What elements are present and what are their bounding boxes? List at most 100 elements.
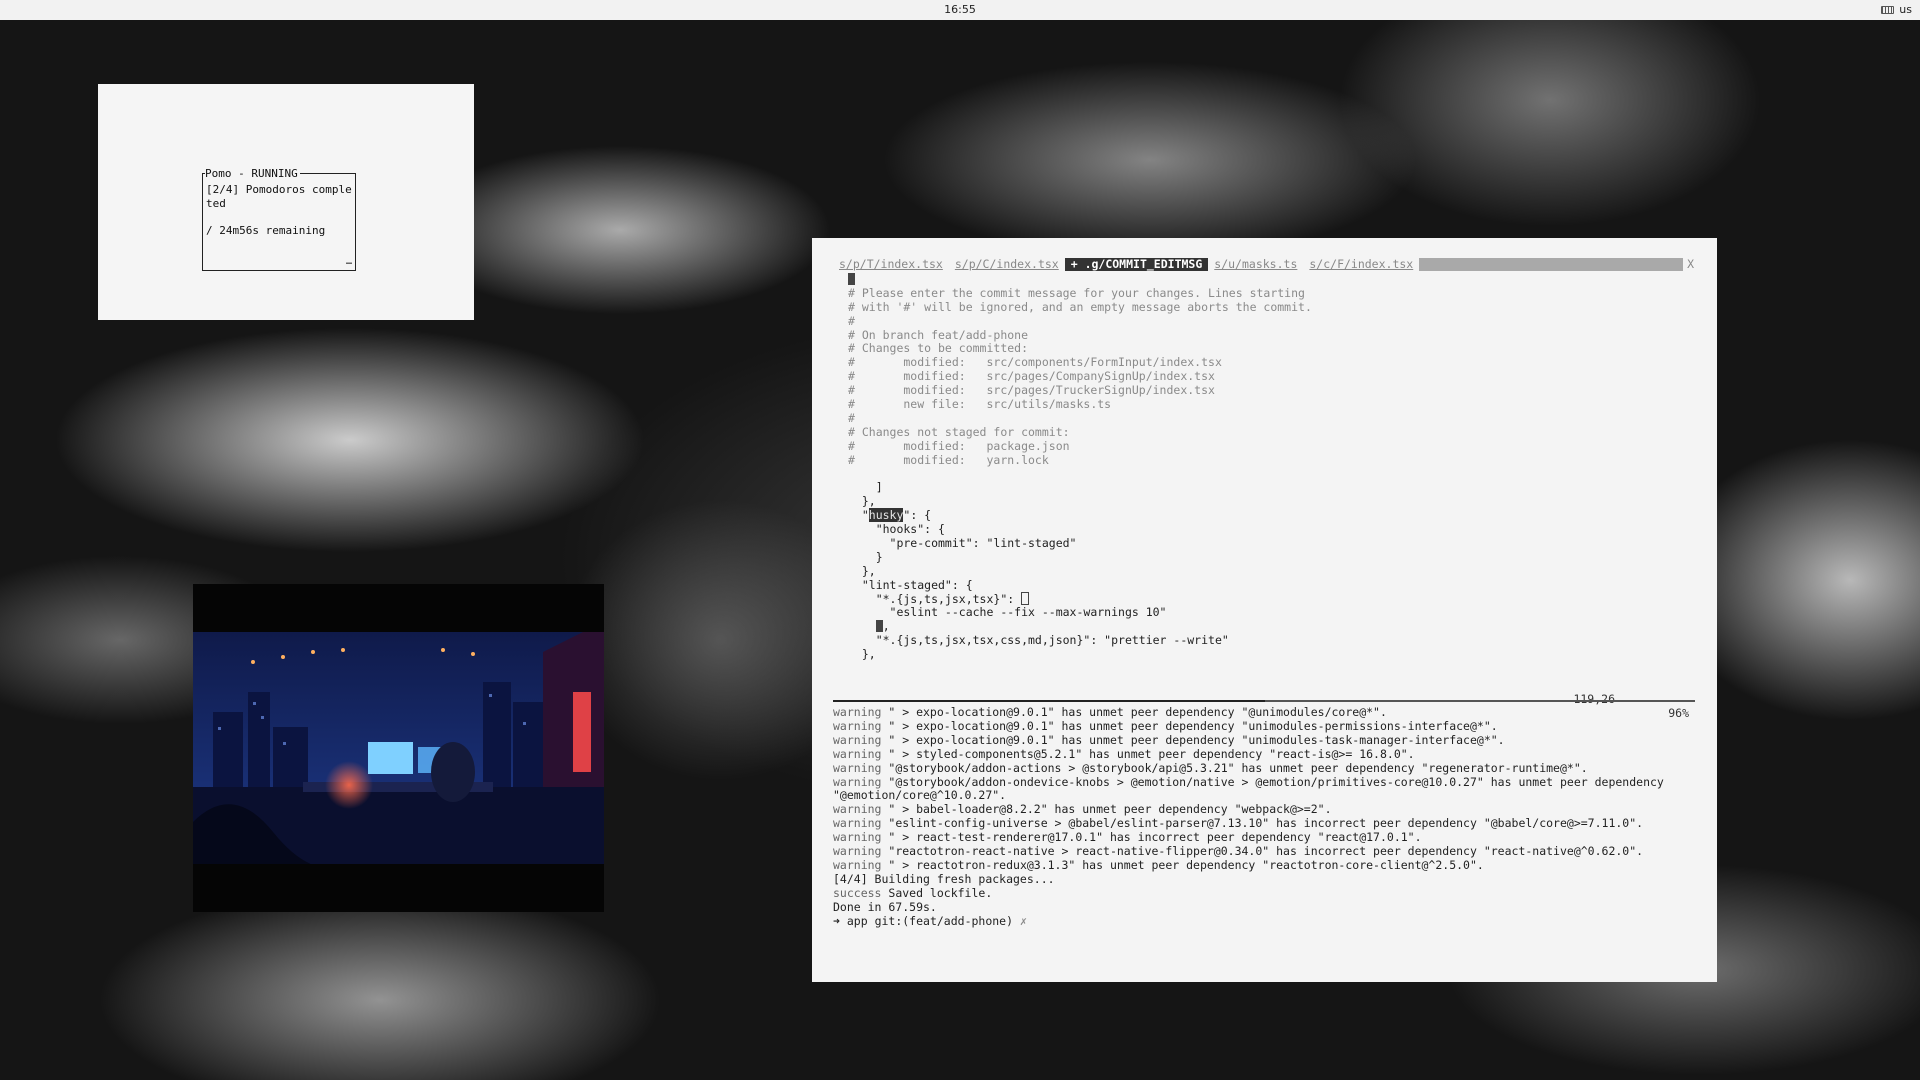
- prompt-dir: app: [839, 913, 875, 928]
- log-text: Saved lockfile.: [881, 885, 993, 900]
- prompt-git: git:(feat/add-phone): [874, 913, 1014, 928]
- log-text: " > babel-loader@8.2.2" has unmet peer d…: [881, 802, 1332, 817]
- shell-prompt[interactable]: ➜ app git:(feat/add-phone) ✗: [833, 913, 1703, 929]
- cursor-line: [848, 273, 1698, 287]
- vim-statusline: 119,26 96%: [833, 679, 1695, 720]
- tab-commit-editmsg[interactable]: + .g/COMMIT_EDITMSG: [1064, 258, 1209, 271]
- commit-comment-line: # new file: src/utils/masks.ts: [848, 397, 1112, 412]
- log-tag: warning: [833, 746, 882, 761]
- commit-comment-line: # with '#' will be ignored, and an empty…: [848, 299, 1312, 314]
- commit-comment-line: #: [848, 313, 855, 328]
- shell-output[interactable]: warning " > expo-location@9.0.1" has unm…: [833, 705, 1703, 929]
- lofi-night-scene-image: [193, 632, 604, 864]
- shell-line: warning " > babel-loader@8.2.2" has unme…: [833, 802, 1703, 817]
- log-tag: warning: [833, 760, 882, 775]
- pomo-body: [2/4] Pomodoros completed / 24m56s remai…: [206, 183, 354, 237]
- commit-comment-line: # Please enter the commit message for yo…: [848, 285, 1305, 300]
- commit-comment-line: # Changes to be committed:: [848, 341, 1029, 356]
- log-text: " > expo-location@9.0.1" has unmet peer …: [881, 732, 1505, 747]
- shell-line: warning " > reactotron-redux@3.1.3" has …: [833, 857, 1703, 873]
- commit-comment-line: # modified: yarn.lock: [848, 452, 1049, 467]
- search-highlight: husky: [868, 508, 904, 523]
- tabline-fill: [1419, 258, 1684, 271]
- log-text: " > styled-components@5.2.1" has unmet p…: [881, 746, 1415, 761]
- log-tag: warning: [833, 718, 882, 733]
- log-tag: warning: [833, 816, 882, 831]
- vim-tabline: s/p/T/index.tsx s/p/C/index.tsx + .g/COM…: [833, 258, 1694, 271]
- code-fragment: ,: [882, 619, 890, 634]
- vim-buffer[interactable]: # Please enter the commit message for yo…: [848, 273, 1698, 662]
- log-tag: warning: [833, 705, 882, 719]
- log-tag: warning: [833, 732, 882, 747]
- shell-line: warning " > expo-location@9.0.1" has unm…: [833, 705, 1703, 720]
- shell-line: success Saved lockfile.: [833, 885, 1703, 901]
- top-bar: 16:55 us: [0, 0, 1920, 20]
- log-tag: warning: [833, 802, 882, 817]
- log-tag: success: [833, 885, 882, 900]
- log-text: " > reactotron-redux@3.1.3" has unmet pe…: [881, 857, 1484, 872]
- terminal-window[interactable]: s/p/T/index.tsx s/p/C/index.tsx + .g/COM…: [812, 238, 1717, 982]
- code-line: ]: [848, 480, 883, 495]
- code-line: "husky": {: [848, 508, 932, 523]
- tab-s-c-f-index[interactable]: s/c/F/index.tsx: [1303, 258, 1419, 271]
- tab-close-button[interactable]: X: [1683, 258, 1694, 271]
- tab-s-p-c-index[interactable]: s/p/C/index.tsx: [949, 258, 1065, 271]
- match-cursor: [875, 620, 883, 633]
- log-text: " > expo-location@9.0.1" has unmet peer …: [881, 705, 1387, 719]
- code-line: },: [848, 563, 876, 578]
- log-tag: warning: [833, 830, 882, 845]
- pomo-more: …: [345, 255, 352, 267]
- shell-line: warning "eslint-config-universe > @babel…: [833, 816, 1703, 831]
- commit-comment-line: # modified: src/pages/TruckerSignUp/inde…: [848, 383, 1215, 398]
- log-text: "@storybook/addon-ondevice-knobs > @emot…: [833, 774, 1671, 803]
- code-line: "pre-commit": "lint-staged": [848, 535, 1077, 550]
- code-line: },: [848, 494, 876, 509]
- pomo-window[interactable]: Pomo - RUNNING [2/4] Pomodoros completed…: [98, 84, 474, 320]
- tab-masks[interactable]: s/u/masks.ts: [1208, 258, 1303, 271]
- log-text: Done in 67.59s.: [833, 899, 937, 914]
- code-line: "*.{js,ts,jsx,tsx,css,md,json}": "pretti…: [848, 633, 1229, 648]
- log-text: "@storybook/addon-actions > @storybook/a…: [881, 760, 1588, 775]
- keyboard-layout-indicator[interactable]: us: [1881, 3, 1912, 16]
- text-cursor: [848, 273, 855, 285]
- commit-comment-line: # Changes not staged for commit:: [848, 424, 1070, 439]
- code-line: "lint-staged": {: [848, 577, 973, 592]
- log-tag: warning: [833, 774, 882, 789]
- commit-comment-line: # modified: src/pages/CompanySignUp/inde…: [848, 369, 1215, 384]
- log-text: "reactotron-react-native > react-native-…: [881, 844, 1644, 859]
- commit-comment-line: # modified: src/components/FormInput/ind…: [848, 355, 1222, 370]
- log-tag: warning: [833, 844, 882, 859]
- code-line: "eslint --cache --fix --max-warnings 10": [848, 605, 1167, 620]
- shell-line: warning "@storybook/addon-ondevice-knobs…: [833, 774, 1703, 804]
- shell-line: warning " > react-test-renderer@17.0.1" …: [833, 830, 1703, 845]
- pomo-remaining: / 24m56s remaining: [206, 223, 326, 237]
- code-fragment: "*.{js,ts,jsx,tsx}":: [848, 592, 1022, 607]
- log-tag: warning: [833, 857, 882, 872]
- code-line: "*.{js,ts,jsx,tsx}":: [848, 592, 1698, 606]
- code-line: }: [848, 549, 883, 564]
- prompt-dirty-icon: ✗: [1013, 913, 1027, 928]
- log-text: " > react-test-renderer@17.0.1" has inco…: [881, 830, 1422, 845]
- pomo-title: Pomo - RUNNING: [205, 167, 300, 181]
- log-text: "eslint-config-universe > @babel/eslint-…: [881, 816, 1644, 831]
- pomo-status: [2/4] Pomodoros completed: [206, 183, 352, 210]
- image-viewer-window[interactable]: [193, 584, 604, 912]
- shell-line: warning " > expo-location@9.0.1" has unm…: [833, 718, 1703, 734]
- clock: 16:55: [944, 3, 976, 16]
- shell-line: warning "reactotron-react-native > react…: [833, 844, 1703, 859]
- shell-line: warning " > expo-location@9.0.1" has unm…: [833, 732, 1703, 748]
- code-line: "hooks": {: [848, 522, 945, 537]
- keyboard-icon: [1881, 5, 1895, 14]
- code-fragment: ": {: [903, 508, 932, 523]
- shell-line: Done in 67.59s.: [833, 899, 1703, 915]
- prompt-arrow-icon: ➜: [833, 913, 840, 928]
- pomo-panel: Pomo - RUNNING [2/4] Pomodoros completed…: [202, 167, 356, 271]
- shell-line: warning "@storybook/addon-actions > @sto…: [833, 760, 1703, 776]
- shell-line: warning " > styled-components@5.2.1" has…: [833, 746, 1703, 762]
- code-line: },: [848, 647, 876, 662]
- commit-comment-line: # On branch feat/add-phone: [848, 327, 1029, 342]
- tab-s-p-t-index[interactable]: s/p/T/index.tsx: [833, 258, 949, 271]
- code-line: ,: [848, 619, 1698, 634]
- pane-divider-active: [833, 700, 1265, 702]
